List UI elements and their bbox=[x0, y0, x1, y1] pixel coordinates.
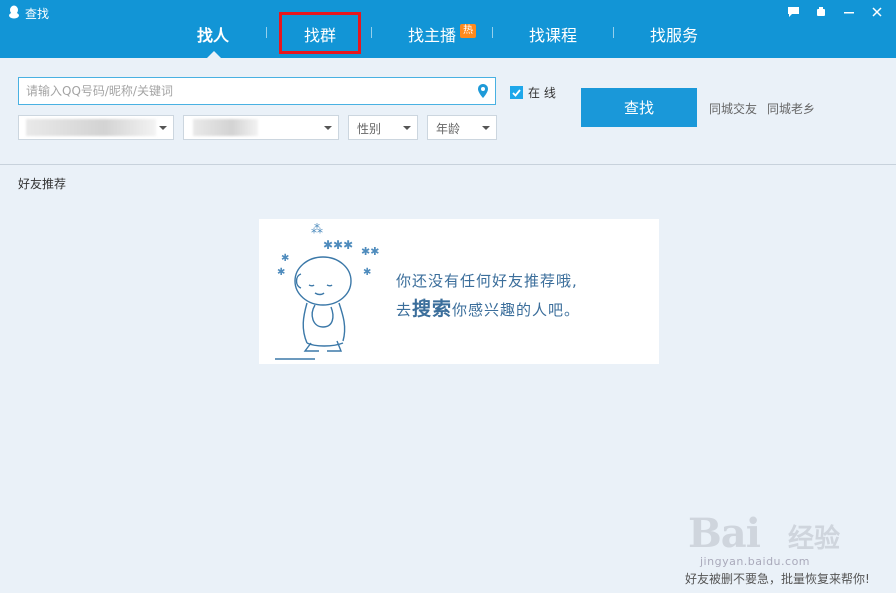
svg-text:⁂: ⁂ bbox=[311, 222, 323, 236]
tab-bar: 找人 找群 找主播 热 找课程 找服务 bbox=[0, 0, 896, 58]
find-button[interactable]: 查找 bbox=[581, 88, 697, 127]
empty-state-line2: 去搜索你感兴趣的人吧。 bbox=[396, 295, 580, 324]
tab-find-streamer[interactable]: 找主播 bbox=[408, 22, 456, 46]
svg-text:✱✱: ✱✱ bbox=[361, 245, 379, 258]
gender-select[interactable]: 性别 bbox=[348, 115, 418, 140]
redacted-value bbox=[26, 119, 156, 136]
tab-separator bbox=[492, 27, 493, 38]
tab-separator bbox=[613, 27, 614, 38]
baidu-jingyan-watermark: 经验 bbox=[788, 524, 841, 554]
empty-search-link[interactable]: 搜索 bbox=[412, 298, 452, 320]
svg-text:✱: ✱ bbox=[281, 253, 289, 264]
sad-boy-illustration: ⁂ ✱✱✱ ✱✱ ✱ ✱ ✱ bbox=[275, 222, 379, 360]
tab-find-course[interactable]: 找课程 bbox=[529, 22, 577, 46]
divider bbox=[0, 164, 896, 165]
tab-find-people[interactable]: 找人 bbox=[197, 22, 229, 46]
svg-text:✱: ✱ bbox=[277, 267, 285, 278]
tab-separator bbox=[266, 27, 267, 38]
chevron-down-icon bbox=[482, 126, 490, 130]
tab-find-service[interactable]: 找服务 bbox=[650, 22, 698, 46]
chevron-down-icon bbox=[159, 126, 167, 130]
empty-state-card: ⁂ ✱✱✱ ✱✱ ✱ ✱ ✱ 你还没有任何好友推荐哦, 去搜索你感兴趣的人吧。 bbox=[259, 219, 659, 364]
highlight-box bbox=[279, 12, 361, 54]
empty-state-line1: 你还没有任何好友推荐哦, bbox=[396, 272, 578, 290]
svg-text:✱: ✱ bbox=[363, 267, 371, 278]
empty-state-message: 你还没有任何好友推荐哦, 去搜索你感兴趣的人吧。 bbox=[396, 267, 580, 324]
chevron-down-icon bbox=[403, 126, 411, 130]
svg-text:✱✱✱: ✱✱✱ bbox=[323, 238, 353, 252]
search-input[interactable] bbox=[19, 78, 471, 104]
same-city-hometown-link[interactable]: 同城老乡 bbox=[767, 100, 815, 117]
empty-line2-prefix: 去 bbox=[396, 301, 413, 319]
active-tab-indicator bbox=[207, 51, 221, 58]
quick-links: 同城交友 同城老乡 bbox=[709, 100, 815, 117]
baidu-logo-watermark: Bai bbox=[688, 510, 761, 557]
online-checkbox[interactable] bbox=[510, 86, 523, 99]
location-pin-icon[interactable] bbox=[471, 78, 495, 104]
gender-select-label: 性别 bbox=[357, 122, 382, 136]
tab-separator bbox=[371, 27, 372, 38]
redacted-value bbox=[193, 119, 258, 136]
restore-friends-tip[interactable]: 好友被删不要急，批量恢复来帮你! bbox=[685, 570, 870, 587]
age-select-label: 年龄 bbox=[436, 122, 461, 136]
title-bar: 查找 找人 找群 找主播 热 找课程 找服务 bbox=[0, 0, 896, 58]
online-filter[interactable]: 在 线 bbox=[510, 84, 556, 101]
chevron-down-icon bbox=[324, 126, 332, 130]
same-city-friends-link[interactable]: 同城交友 bbox=[709, 100, 757, 117]
hot-badge: 热 bbox=[460, 24, 476, 38]
search-box bbox=[18, 77, 496, 105]
age-select[interactable]: 年龄 bbox=[427, 115, 497, 140]
online-label: 在 线 bbox=[528, 86, 556, 100]
section-title: 好友推荐 bbox=[18, 177, 67, 191]
empty-line2-suffix: 你感兴趣的人吧。 bbox=[452, 301, 581, 319]
watermark-url: jingyan.baidu.com bbox=[700, 555, 811, 568]
region-select[interactable] bbox=[183, 115, 339, 140]
country-select[interactable] bbox=[18, 115, 174, 140]
